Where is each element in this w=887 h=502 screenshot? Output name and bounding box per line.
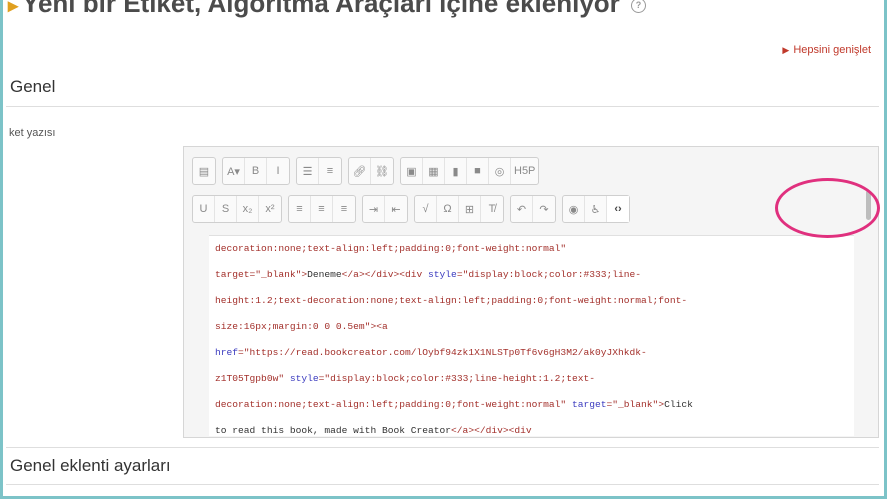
code-line: size:16px;margin:0 0 0.5em"><a xyxy=(209,314,854,340)
section-divider xyxy=(6,106,879,107)
toolbar-button-group: ◉ ♿︎ ‹› xyxy=(562,195,630,223)
link-icon[interactable]: 🔗︎ xyxy=(349,158,371,184)
image-icon[interactable]: ▣ xyxy=(401,158,423,184)
expand-all-label: Hepsini genişlet xyxy=(793,44,871,56)
align-left-icon[interactable]: ≡ xyxy=(289,196,311,222)
special-char-icon[interactable]: Ω xyxy=(437,196,459,222)
strikethrough-icon[interactable]: S xyxy=(215,196,237,222)
indent-icon[interactable]: ⇥ xyxy=(363,196,385,222)
title-marker: ▸ xyxy=(8,0,19,17)
code-token: </a></div><div xyxy=(341,269,429,280)
unordered-list-icon[interactable]: ☰ xyxy=(297,158,319,184)
code-token: z1T05Tgpb0w" xyxy=(215,373,290,384)
label-text-field-label: ket yazısı xyxy=(9,127,56,139)
code-token: ="_blank"> xyxy=(606,399,665,410)
accessibility-checker-icon[interactable]: ◉ xyxy=(563,196,585,222)
collapse-icon[interactable]: ▤ xyxy=(193,158,215,184)
screenreader-helper-icon[interactable]: ♿︎ xyxy=(585,196,607,222)
section-divider xyxy=(6,484,879,485)
editor-toolbar-row-1: ▤ A▾ B I ☰ ≡ 🔗︎ ⛓ ▣ ▦ ▮ ■ ◎ H5P xyxy=(192,157,540,185)
toolbar-button-group: 🔗︎ ⛓ xyxy=(348,157,394,185)
question-circle-icon[interactable]: ? xyxy=(631,0,647,13)
toolbar-button-group: ↶ ↷ xyxy=(510,195,556,223)
unlink-icon[interactable]: ⛓ xyxy=(371,158,393,184)
code-token: style xyxy=(289,373,319,384)
code-token: </a></div><div xyxy=(451,425,532,436)
underline-icon[interactable]: U xyxy=(193,196,215,222)
section-plugin-settings-header[interactable]: Genel eklenti ayarları xyxy=(10,456,171,476)
editor-scrollbar[interactable] xyxy=(866,190,871,220)
code-line: decoration:none;text-align:left;padding:… xyxy=(209,236,854,262)
font-style-icon[interactable]: A▾ xyxy=(223,158,245,184)
code-token: href xyxy=(215,347,239,358)
video-icon[interactable]: ■ xyxy=(467,158,489,184)
outdent-icon[interactable]: ⇤ xyxy=(385,196,407,222)
record-icon[interactable]: ◎ xyxy=(489,158,511,184)
code-token: height:1.2;text-decoration:none;text-ali… xyxy=(215,295,688,306)
h5p-icon[interactable]: H5P xyxy=(511,158,538,184)
code-token: ="display:block;color:#333;line- xyxy=(456,269,642,280)
code-token: Deneme xyxy=(307,269,342,280)
superscript-icon[interactable]: x² xyxy=(259,196,281,222)
code-line: target="_blank">Deneme</a></div><div sty… xyxy=(209,262,854,288)
code-line: decoration:none;text-align:left;padding:… xyxy=(209,392,854,418)
code-token: target xyxy=(571,399,607,410)
code-token: target="_blank"> xyxy=(215,269,308,280)
editor-toolbar-row-2: U Sx₂ x² ≡ ≡ ≡ ⇥ ⇤ √ Ω ⊞ T̸ ↶ ↷ ◉ ♿︎ ‹› xyxy=(192,195,630,223)
media-icon[interactable]: ▦ xyxy=(423,158,445,184)
expand-all-link[interactable]: ▶ Hepsini genişlet xyxy=(782,44,871,56)
code-token: to read this book, made with Book Creato… xyxy=(215,425,452,436)
page-title-text: Yeni bir Etiket, Algoritma Araçları için… xyxy=(22,0,620,18)
code-line: z1T05Tgpb0w" style="display:block;color:… xyxy=(209,366,854,392)
file-icon[interactable]: ▮ xyxy=(445,158,467,184)
code-line: height:1.2;text-decoration:none;text-ali… xyxy=(209,288,854,314)
table-icon[interactable]: ⊞ xyxy=(459,196,481,222)
code-token: decoration:none;text-align:left;padding:… xyxy=(215,399,572,410)
section-general-header[interactable]: Genel xyxy=(10,77,55,97)
code-token: style xyxy=(428,269,457,280)
triangle-right-icon: ▶ xyxy=(782,45,790,55)
toolbar-button-group: √ Ω ⊞ T̸ xyxy=(414,195,504,223)
redo-icon[interactable]: ↷ xyxy=(533,196,555,222)
toolbar-button-group: ▤ xyxy=(192,157,216,185)
subscript-icon[interactable]: x₂ xyxy=(237,196,259,222)
code-token: ="display:block;color:#333;line-height:1… xyxy=(318,373,595,384)
equation-icon[interactable]: √ xyxy=(415,196,437,222)
toolbar-button-group: A▾ B I xyxy=(222,157,290,185)
clear-format-icon[interactable]: T̸ xyxy=(481,196,503,222)
section-divider xyxy=(6,447,879,448)
toolbar-button-group: ▣ ▦ ▮ ■ ◎ H5P xyxy=(400,157,540,185)
toolbar-button-group: ⇥ ⇤ xyxy=(362,195,408,223)
code-token: size:16px;margin:0 0 0.5em"><a xyxy=(215,321,388,332)
bold-icon[interactable]: B xyxy=(245,158,267,184)
html-toggle-icon[interactable]: ‹› xyxy=(607,196,629,222)
code-token: decoration:none;text-align:left;padding:… xyxy=(215,243,567,254)
html-editor: ▤ A▾ B I ☰ ≡ 🔗︎ ⛓ ▣ ▦ ▮ ■ ◎ H5P U Sx₂ x² ≡ ≡ ≡ ⇥ ⇤ √ Ω ⊞ T̸ ↶ ↷ ◉ ♿︎… xyxy=(183,146,879,438)
toolbar-button-group: ☰ ≡ xyxy=(296,157,342,185)
code-token: ="https://read.bookcreator.com/lOybf94zk… xyxy=(238,347,647,358)
toolbar-button-group: U Sx₂ x² xyxy=(192,195,282,223)
align-right-icon[interactable]: ≡ xyxy=(333,196,355,222)
code-token: Click xyxy=(664,399,693,410)
align-center-icon[interactable]: ≡ xyxy=(311,196,333,222)
page-title: ▸ Yeni bir Etiket, Algoritma Araçları içi… xyxy=(8,0,647,19)
ordered-list-icon[interactable]: ≡ xyxy=(319,158,341,184)
toolbar-button-group: ≡ ≡ ≡ xyxy=(288,195,356,223)
italic-icon[interactable]: I xyxy=(267,158,289,184)
undo-icon[interactable]: ↶ xyxy=(511,196,533,222)
code-line: href="https://read.bookcreator.com/lOybf… xyxy=(209,340,854,366)
html-source-textarea[interactable]: decoration:none;text-align:left;padding:… xyxy=(209,235,854,436)
code-line: to read this book, made with Book Creato… xyxy=(209,418,854,436)
